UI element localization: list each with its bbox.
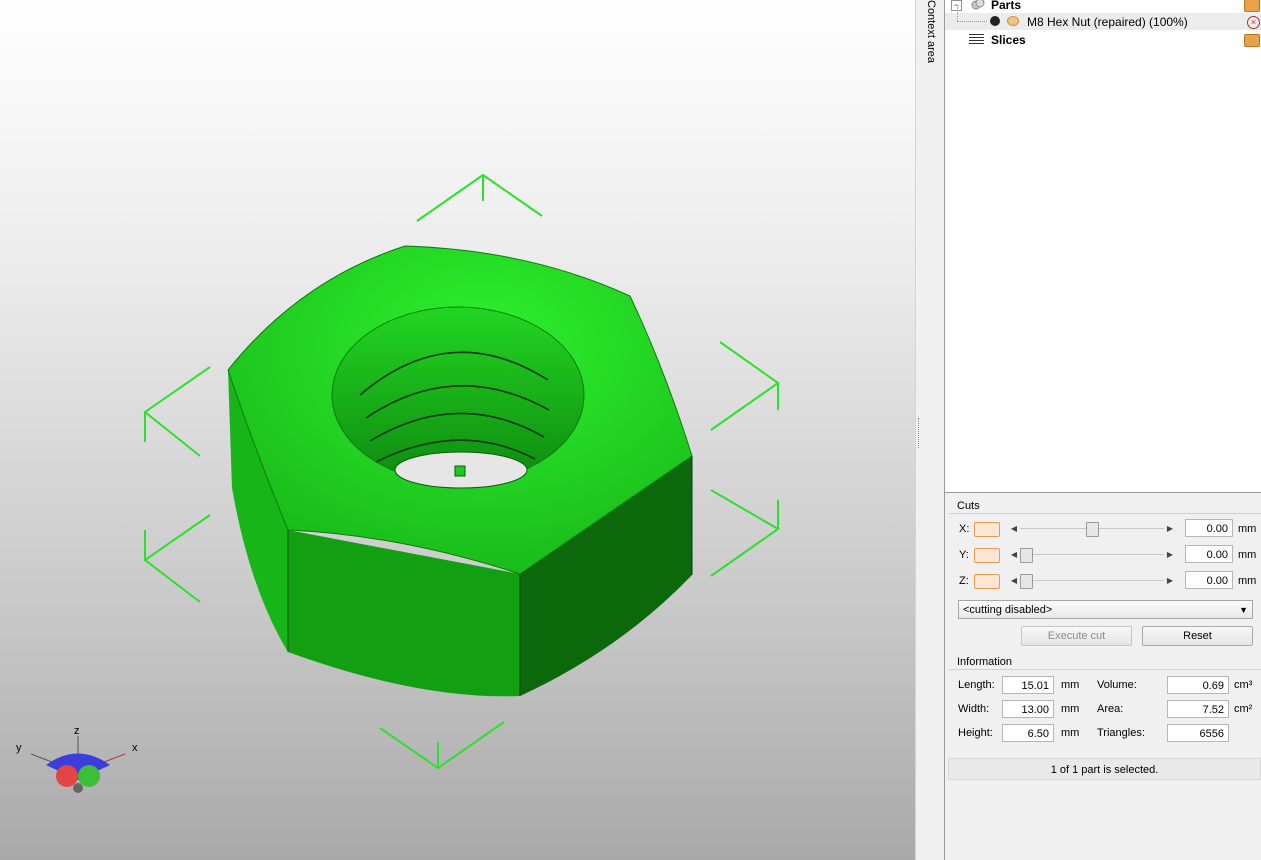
volume-label: Volume: <box>1097 679 1137 691</box>
cut-z-label: Z: <box>959 575 969 587</box>
slider-right-arrow-icon[interactable]: ▶ <box>1166 548 1174 561</box>
chevron-down-icon: ▼ <box>1239 605 1248 615</box>
slider-left-arrow-icon[interactable]: ◀ <box>1010 574 1018 587</box>
triangles-value: 6556 <box>1167 724 1229 742</box>
folder-icon[interactable] <box>1244 34 1260 47</box>
cut-y-value-field[interactable]: 0.00 <box>1185 545 1233 563</box>
cut-x-toggle[interactable] <box>974 522 1000 537</box>
axis-x-label: x <box>132 742 138 754</box>
cut-y-toggle[interactable] <box>974 548 1000 563</box>
slider-thumb[interactable] <box>1020 574 1033 589</box>
slider-right-arrow-icon[interactable]: ▶ <box>1166 574 1174 587</box>
model-scene[interactable]: z y x <box>0 0 915 860</box>
context-area-tab[interactable]: Context area <box>922 0 945 860</box>
hex-nut-model[interactable] <box>227 245 693 697</box>
volume-unit: cm³ <box>1234 679 1253 691</box>
tree-item-slices[interactable]: Slices <box>945 31 1261 48</box>
parts-label: Parts <box>991 0 1022 12</box>
folder-icon[interactable] <box>1244 0 1260 12</box>
height-value: 6.50 <box>1002 724 1054 742</box>
slider-left-arrow-icon[interactable]: ◀ <box>1010 522 1018 535</box>
width-value: 13.00 <box>1002 700 1054 718</box>
information-group-title: Information <box>957 656 1013 668</box>
slider-thumb[interactable] <box>1085 522 1099 537</box>
cut-z-toggle[interactable] <box>974 574 1000 589</box>
volume-value: 0.69 <box>1167 676 1229 694</box>
cut-x-label: X: <box>959 523 970 535</box>
cut-y-label: Y: <box>959 549 969 561</box>
cut-z-slider[interactable]: ◀ ▶ <box>1010 574 1174 589</box>
parts-icon <box>971 0 985 10</box>
axis-z-label: z <box>74 725 80 737</box>
triangles-label: Triangles: <box>1097 727 1145 739</box>
slider-thumb[interactable] <box>1020 548 1033 563</box>
slider-left-arrow-icon[interactable]: ◀ <box>1010 548 1018 561</box>
axis-gizmo[interactable]: z y x <box>16 725 138 793</box>
length-label: Length: <box>958 679 995 691</box>
cut-y-slider[interactable]: ◀ ▶ <box>1010 548 1174 563</box>
slices-icon <box>969 34 984 45</box>
length-unit: mm <box>1061 679 1080 691</box>
slider-right-arrow-icon[interactable]: ▶ <box>1166 522 1174 535</box>
cutting-mode-select[interactable]: <cutting disabled> ▼ <box>958 600 1253 619</box>
cutting-mode-value: <cutting disabled> <box>963 604 1053 616</box>
3d-viewport[interactable]: z y x <box>0 0 915 860</box>
tree-item-part[interactable]: M8 Hex Nut (repaired) (100%) × <box>945 7 1261 30</box>
reset-button[interactable]: Reset <box>1142 626 1253 646</box>
slices-label: Slices <box>991 33 1026 47</box>
part-color-dot-icon[interactable] <box>990 16 1000 26</box>
execute-cut-button[interactable]: Execute cut <box>1021 626 1132 646</box>
remove-part-icon[interactable]: × <box>1247 16 1260 29</box>
axis-y-label: y <box>16 742 22 754</box>
width-label: Width: <box>958 703 990 715</box>
cut-x-value-field[interactable]: 0.00 <box>1185 519 1233 537</box>
height-unit: mm <box>1061 727 1080 739</box>
splitter-grip[interactable] <box>918 418 921 448</box>
width-unit: mm <box>1061 703 1080 715</box>
cut-z-unit: mm <box>1238 575 1257 587</box>
cut-x-unit: mm <box>1238 523 1257 535</box>
properties-panel: Cuts X: ◀ ▶ 0.00 mm Y: ◀ ▶ 0.00 mm Z: ◀ … <box>944 493 1261 860</box>
cut-x-slider[interactable]: ◀ ▶ <box>1010 522 1174 537</box>
area-value: 7.52 <box>1167 700 1229 718</box>
area-unit: cm² <box>1234 703 1253 715</box>
area-label: Area: <box>1097 703 1124 715</box>
object-tree[interactable]: − Parts M8 Hex Nut (repaired) (100%) × S… <box>944 0 1261 493</box>
selection-handle[interactable] <box>454 465 466 477</box>
length-value: 15.01 <box>1002 676 1054 694</box>
cuts-group-title: Cuts <box>957 500 980 512</box>
context-area-label: Context area <box>925 0 937 63</box>
height-label: Height: <box>958 727 993 739</box>
visibility-eye-icon[interactable] <box>1007 16 1019 26</box>
cut-z-value-field[interactable]: 0.00 <box>1185 571 1233 589</box>
selection-status: 1 of 1 part is selected. <box>948 758 1261 780</box>
cut-y-unit: mm <box>1238 549 1257 561</box>
part-item-label: M8 Hex Nut (repaired) (100%) <box>1027 15 1188 29</box>
tree-item-parts[interactable]: − Parts <box>945 0 1261 13</box>
